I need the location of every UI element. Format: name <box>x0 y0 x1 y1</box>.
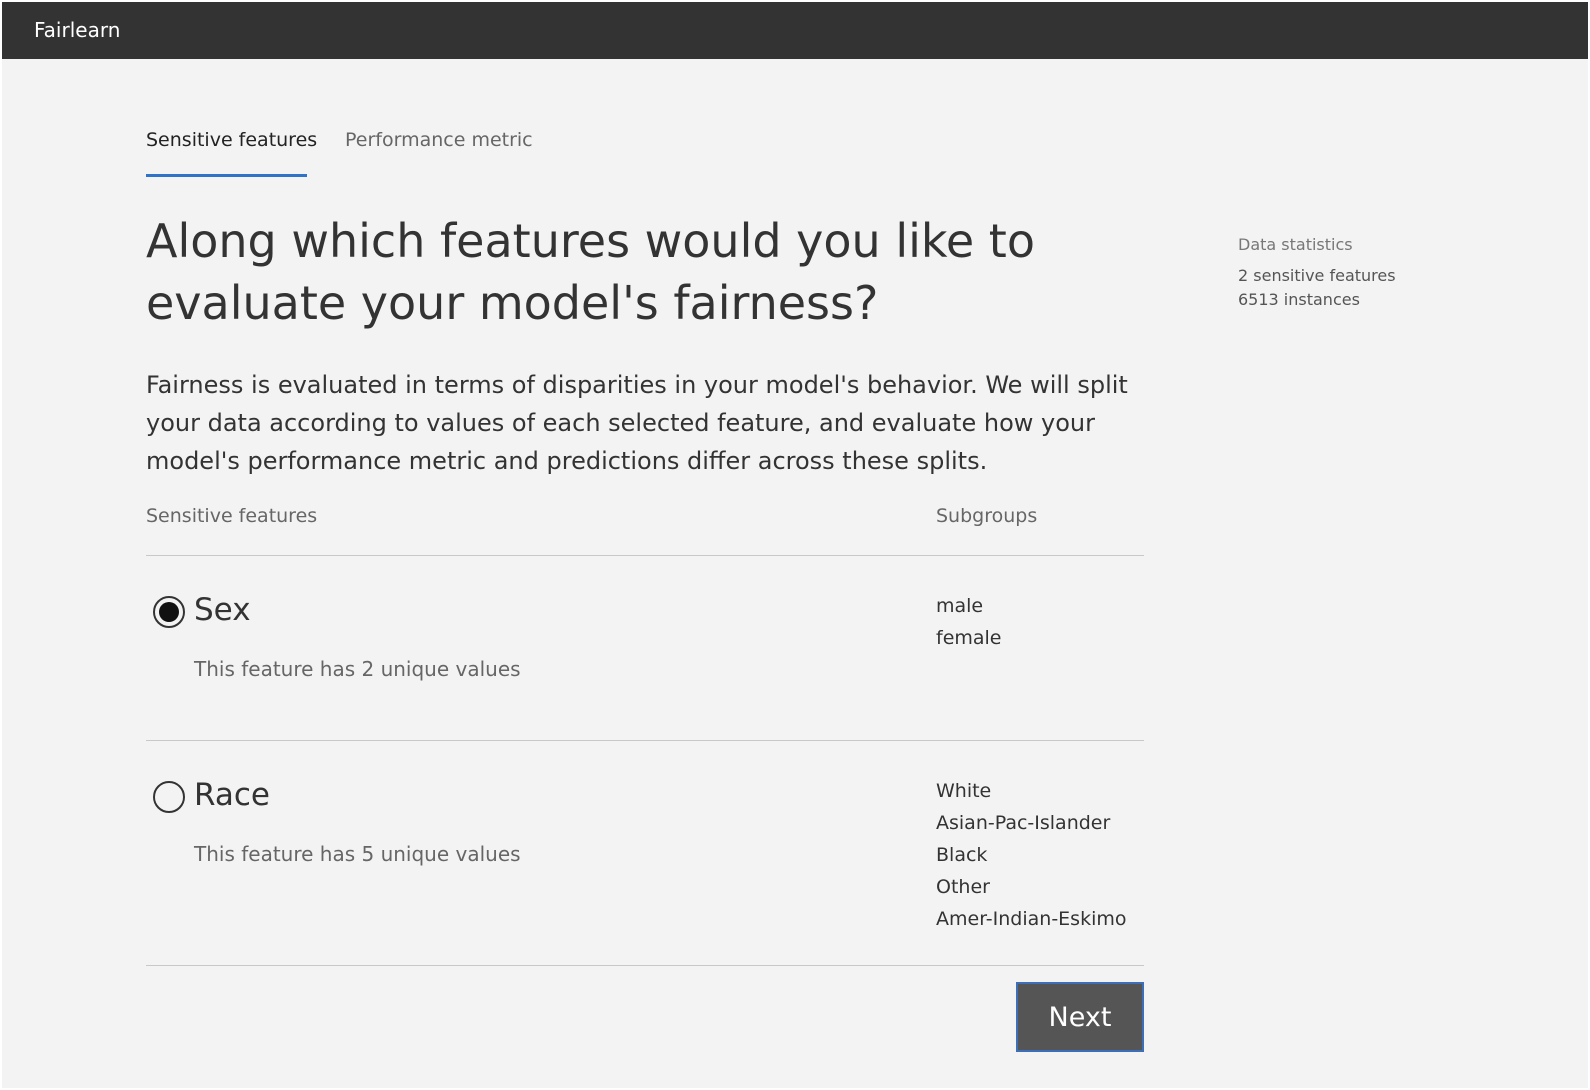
next-button[interactable]: Next <box>1016 982 1144 1052</box>
feature-description-sex: This feature has 2 unique values <box>194 657 521 681</box>
feature-row-sex[interactable]: Sex This feature has 2 unique values mal… <box>146 556 1144 740</box>
radio-sex[interactable] <box>153 596 185 628</box>
subgroup-item: male <box>936 595 984 617</box>
sensitive-features-count: 2 sensitive features <box>1238 266 1396 285</box>
column-header-subgroups: Subgroups <box>936 505 1038 527</box>
subgroup-item: Asian-Pac-Islander <box>936 812 1111 834</box>
divider <box>146 965 1144 966</box>
feature-name-race[interactable]: Race <box>194 777 270 813</box>
instances-count: 6513 instances <box>1238 290 1360 309</box>
radio-selected-dot <box>159 602 179 622</box>
page-title: Along which features would you like to e… <box>146 214 1035 330</box>
subgroup-item: Other <box>936 876 990 898</box>
data-statistics-panel: Data statistics 2 sensitive features 651… <box>1238 235 1396 312</box>
top-bar: Fairlearn <box>2 2 1588 59</box>
feature-row-race[interactable]: Race This feature has 5 unique values Wh… <box>146 741 1144 965</box>
subgroup-item: Black <box>936 844 988 866</box>
active-tab-indicator <box>146 174 307 177</box>
column-header-features: Sensitive features <box>146 505 318 527</box>
tab-sensitive-features[interactable]: Sensitive features <box>146 129 317 179</box>
tab-performance-metric[interactable]: Performance metric <box>345 129 545 179</box>
app-frame: Fairlearn Sensitive features Performance… <box>2 2 1588 1088</box>
radio-race[interactable] <box>153 781 185 813</box>
app-title: Fairlearn <box>34 18 121 42</box>
subgroup-item: female <box>936 627 1002 649</box>
feature-name-sex[interactable]: Sex <box>194 592 251 628</box>
description-text: Fairness is evaluated in terms of dispar… <box>146 371 1128 475</box>
subgroups-race: White Asian-Pac-Islander Black Other Ame… <box>936 775 1127 935</box>
subgroups-sex: male female <box>936 590 1002 654</box>
subgroup-item: White <box>936 780 992 802</box>
subgroup-item: Amer-Indian-Eskimo <box>936 908 1127 930</box>
feature-description-race: This feature has 5 unique values <box>194 842 521 866</box>
data-statistics-title: Data statistics <box>1238 235 1353 254</box>
